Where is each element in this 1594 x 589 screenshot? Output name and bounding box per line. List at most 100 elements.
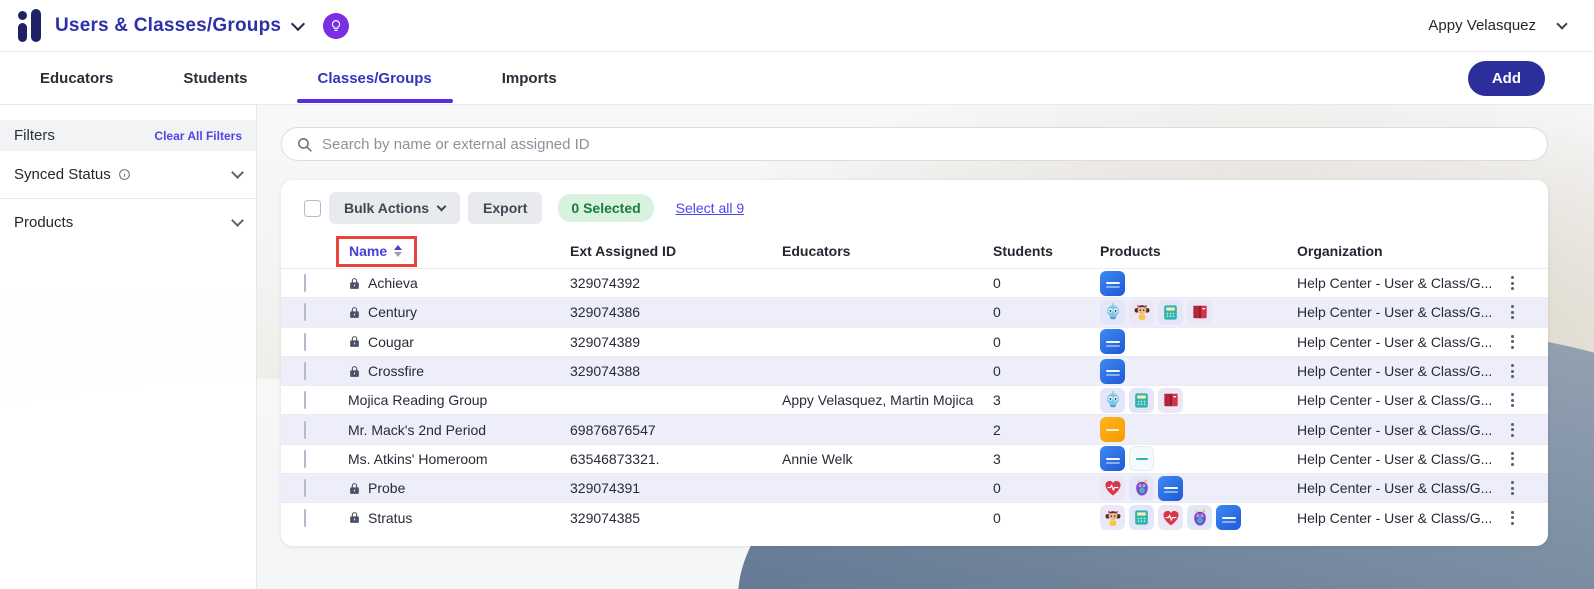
search-bar[interactable] (281, 127, 1548, 161)
cell-name[interactable]: Achieva (348, 275, 570, 291)
row-checkbox[interactable] (304, 450, 306, 468)
cell-name[interactable]: Probe (348, 480, 570, 496)
tab-classes-groups[interactable]: Classes/Groups (318, 54, 432, 103)
cell-students: 0 (993, 304, 1100, 320)
user-name: Appy Velasquez (1428, 17, 1536, 34)
lock-icon (348, 306, 361, 319)
row-checkbox[interactable] (304, 333, 306, 351)
row-kebab-menu-icon[interactable] (1505, 419, 1519, 441)
filters-header: Filters Clear All Filters (0, 120, 256, 151)
product-icon-girl (1129, 300, 1154, 325)
filter-synced-status[interactable]: Synced Status (0, 151, 256, 199)
cell-students: 0 (993, 363, 1100, 379)
chevron-down-icon (437, 202, 447, 212)
lock-icon (348, 482, 361, 495)
filter-products[interactable]: Products (0, 199, 256, 246)
bulk-actions-button[interactable]: Bulk Actions (329, 192, 460, 224)
product-icon-tile-blue (1216, 505, 1241, 530)
cell-ext-id: 69876876547 (570, 422, 782, 438)
clear-all-filters-link[interactable]: Clear All Filters (154, 129, 242, 143)
column-header-students: Students (993, 243, 1100, 259)
row-kebab-menu-icon[interactable] (1505, 389, 1519, 411)
product-icon-monster (1129, 476, 1154, 501)
cell-organization: Help Center - User & Class/G... (1297, 392, 1505, 408)
cell-students: 0 (993, 275, 1100, 291)
cell-students: 3 (993, 451, 1100, 467)
cell-students: 3 (993, 392, 1100, 408)
cell-organization: Help Center - User & Class/G... (1297, 363, 1505, 379)
cell-educators: Appy Velasquez, Martin Mojica (782, 392, 993, 408)
row-checkbox[interactable] (304, 509, 306, 527)
table-card: Bulk Actions Export 0 Selected Select al… (281, 180, 1548, 546)
row-checkbox[interactable] (304, 362, 306, 380)
product-icon-heart (1100, 476, 1125, 501)
cell-organization: Help Center - User & Class/G... (1297, 334, 1505, 350)
column-header-ext-id: Ext Assigned ID (570, 243, 782, 259)
search-input[interactable] (322, 136, 1533, 153)
row-kebab-menu-icon[interactable] (1505, 477, 1519, 499)
tab-students[interactable]: Students (183, 54, 247, 103)
product-icon-girl (1100, 505, 1125, 530)
cell-name[interactable]: Century (348, 304, 570, 320)
row-checkbox[interactable] (304, 479, 306, 497)
annotation-box-name-sort[interactable]: Name (336, 236, 417, 267)
row-checkbox[interactable] (304, 274, 306, 292)
cell-organization: Help Center - User & Class/G... (1297, 451, 1505, 467)
cell-students: 0 (993, 480, 1100, 496)
row-checkbox[interactable] (304, 421, 306, 439)
cell-name[interactable]: Cougar (348, 334, 570, 350)
cell-educators: Annie Welk (782, 451, 993, 467)
row-kebab-menu-icon[interactable] (1505, 360, 1519, 382)
tab-educators[interactable]: Educators (40, 54, 113, 103)
cell-products (1100, 446, 1297, 471)
cell-organization: Help Center - User & Class/G... (1297, 480, 1505, 496)
cell-name[interactable]: Ms. Atkins' Homeroom (348, 451, 570, 467)
select-all-link[interactable]: Select all 9 (676, 200, 744, 216)
row-kebab-menu-icon[interactable] (1505, 507, 1519, 529)
cell-name[interactable]: Crossfire (348, 363, 570, 379)
tab-imports[interactable]: Imports (502, 54, 557, 103)
column-header-products: Products (1100, 243, 1297, 259)
cell-ext-id: 329074392 (570, 275, 782, 291)
row-kebab-menu-icon[interactable] (1505, 301, 1519, 323)
row-checkbox[interactable] (304, 391, 306, 409)
row-kebab-menu-icon[interactable] (1505, 272, 1519, 294)
cell-name[interactable]: Mojica Reading Group (348, 392, 570, 408)
cell-name[interactable]: Mr. Mack's 2nd Period (348, 422, 570, 438)
table-row: Crossfire3290743880Help Center - User & … (281, 356, 1548, 385)
cell-organization: Help Center - User & Class/G... (1297, 422, 1505, 438)
add-button[interactable]: Add (1468, 61, 1545, 96)
info-icon[interactable] (118, 168, 131, 181)
row-kebab-menu-icon[interactable] (1505, 448, 1519, 470)
user-menu[interactable]: Appy Velasquez (1428, 17, 1566, 34)
table-row: Mr. Mack's 2nd Period69876876547 2 Help Ce… (281, 414, 1548, 443)
table-row: Achieva329074392 0 Help Center - User & Cl… (281, 268, 1548, 297)
export-button[interactable]: Export (468, 192, 542, 224)
cell-products (1100, 329, 1297, 354)
cell-name[interactable]: Stratus (348, 510, 570, 526)
table-row: Stratus3290743850Help Center - User & Cl… (281, 502, 1548, 531)
product-icon-calculator (1158, 300, 1183, 325)
product-icon-tile-blue (1158, 476, 1183, 501)
cell-products (1100, 388, 1297, 413)
column-header-organization: Organization (1297, 243, 1505, 259)
row-kebab-menu-icon[interactable] (1505, 331, 1519, 353)
user-chevron-down-icon (1556, 18, 1567, 29)
product-icon-calculator (1129, 388, 1154, 413)
table-row: Century3290743860Help Center - User & Cl… (281, 297, 1548, 326)
select-all-checkbox[interactable] (304, 200, 321, 217)
product-icon-heart (1158, 505, 1183, 530)
chevron-down-icon (231, 166, 244, 179)
column-header-name: Name (349, 243, 387, 259)
table-row: Cougar3290743890Help Center - User & Cla… (281, 327, 1548, 356)
cell-organization: Help Center - User & Class/G... (1297, 275, 1505, 291)
cell-ext-id: 63546873321. (570, 451, 782, 467)
cell-products (1100, 417, 1297, 442)
help-lightbulb-icon[interactable] (323, 13, 349, 39)
title-chevron-down-icon[interactable] (291, 16, 305, 30)
product-icon-tile-dragonfly (1129, 446, 1154, 471)
row-checkbox[interactable] (304, 303, 306, 321)
cell-students: 0 (993, 510, 1100, 526)
product-icon-tile-blue (1100, 446, 1125, 471)
cell-students: 2 (993, 422, 1100, 438)
